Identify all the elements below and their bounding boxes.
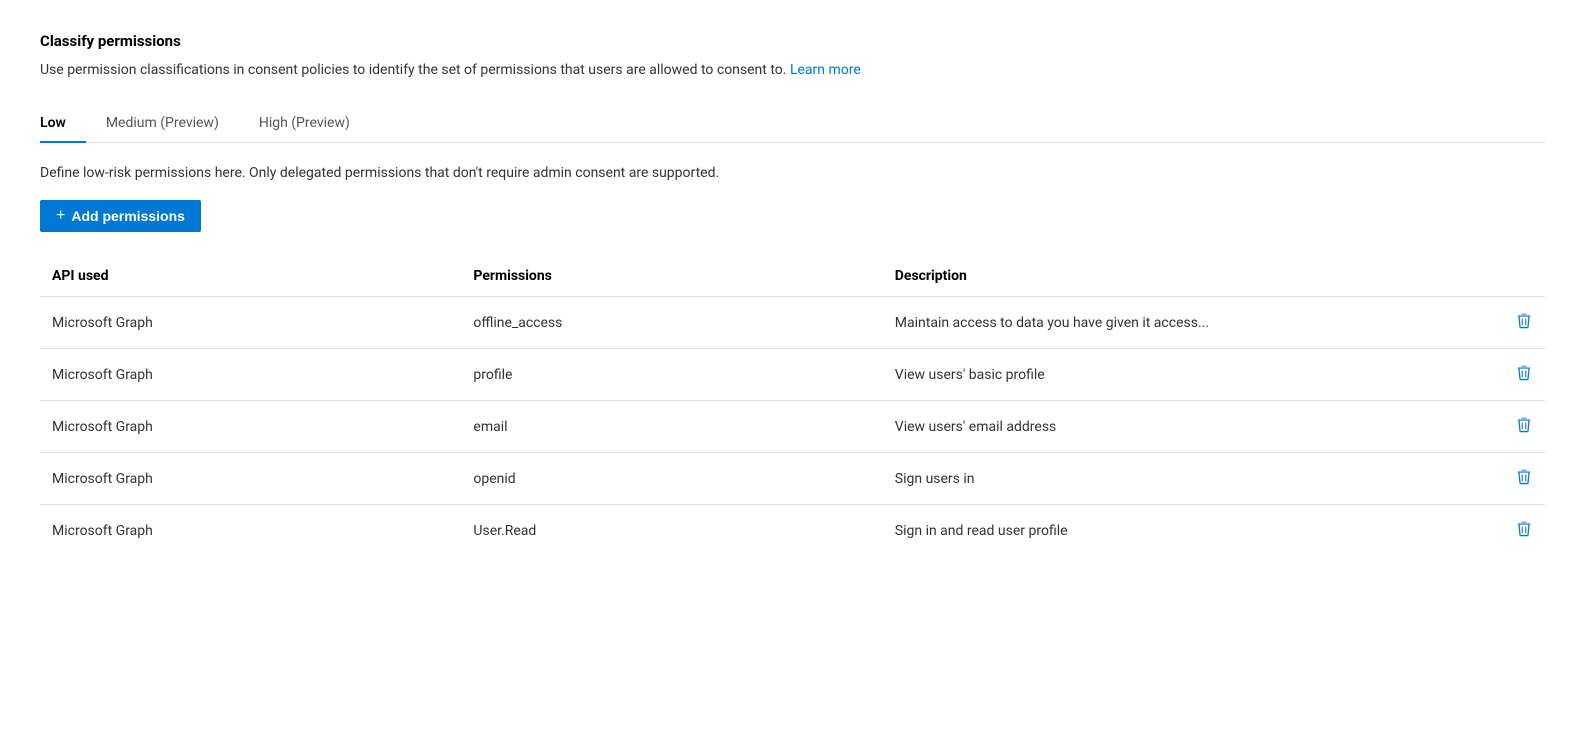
- col-header-permissions: Permissions: [461, 260, 882, 297]
- cell-permission-3: openid: [461, 453, 882, 505]
- cell-api-4: Microsoft Graph: [40, 505, 461, 557]
- trash-icon: [1515, 519, 1533, 537]
- cell-api-1: Microsoft Graph: [40, 349, 461, 401]
- learn-more-link[interactable]: Learn more: [790, 62, 861, 78]
- cell-description-3: Sign users in: [883, 453, 1485, 505]
- cell-description-0: Maintain access to data you have given i…: [883, 297, 1485, 349]
- cell-action-0: [1485, 297, 1545, 349]
- add-permissions-label: Add permissions: [71, 208, 185, 224]
- col-header-description: Description: [883, 260, 1485, 297]
- plus-icon: +: [56, 208, 65, 224]
- table-row: Microsoft Graph offline_access Maintain …: [40, 297, 1545, 349]
- delete-button-1[interactable]: [1515, 363, 1533, 386]
- page-description: Use permission classifications in consen…: [40, 60, 1545, 81]
- cell-action-4: [1485, 505, 1545, 557]
- table-header-row: API used Permissions Description: [40, 260, 1545, 297]
- col-header-action: [1485, 260, 1545, 297]
- cell-api-2: Microsoft Graph: [40, 401, 461, 453]
- cell-action-2: [1485, 401, 1545, 453]
- trash-icon: [1515, 415, 1533, 433]
- delete-button-2[interactable]: [1515, 415, 1533, 438]
- cell-description-2: View users' email address: [883, 401, 1485, 453]
- delete-button-0[interactable]: [1515, 311, 1533, 334]
- delete-button-3[interactable]: [1515, 467, 1533, 490]
- description-text: Use permission classifications in consen…: [40, 62, 786, 78]
- cell-description-4: Sign in and read user profile: [883, 505, 1485, 557]
- tab-medium[interactable]: Medium (Preview): [106, 105, 239, 143]
- cell-permission-1: profile: [461, 349, 882, 401]
- table-row: Microsoft Graph profile View users' basi…: [40, 349, 1545, 401]
- table-row: Microsoft Graph email View users' email …: [40, 401, 1545, 453]
- table-row: Microsoft Graph openid Sign users in: [40, 453, 1545, 505]
- tab-bar: Low Medium (Preview) High (Preview): [40, 105, 1545, 143]
- add-permissions-button[interactable]: + Add permissions: [40, 200, 201, 232]
- tab-high[interactable]: High (Preview): [259, 105, 370, 143]
- permissions-table: API used Permissions Description Microso…: [40, 260, 1545, 556]
- trash-icon: [1515, 363, 1533, 381]
- trash-icon: [1515, 467, 1533, 485]
- cell-permission-4: User.Read: [461, 505, 882, 557]
- cell-permission-2: email: [461, 401, 882, 453]
- cell-description-1: View users' basic profile: [883, 349, 1485, 401]
- cell-action-3: [1485, 453, 1545, 505]
- delete-button-4[interactable]: [1515, 519, 1533, 542]
- cell-api-3: Microsoft Graph: [40, 453, 461, 505]
- page-title: Classify permissions: [40, 32, 1545, 50]
- section-description: Define low-risk permissions here. Only d…: [40, 163, 1545, 184]
- cell-action-1: [1485, 349, 1545, 401]
- cell-api-0: Microsoft Graph: [40, 297, 461, 349]
- col-header-api: API used: [40, 260, 461, 297]
- tab-low[interactable]: Low: [40, 105, 86, 143]
- table-row: Microsoft Graph User.Read Sign in and re…: [40, 505, 1545, 557]
- trash-icon: [1515, 311, 1533, 329]
- cell-permission-0: offline_access: [461, 297, 882, 349]
